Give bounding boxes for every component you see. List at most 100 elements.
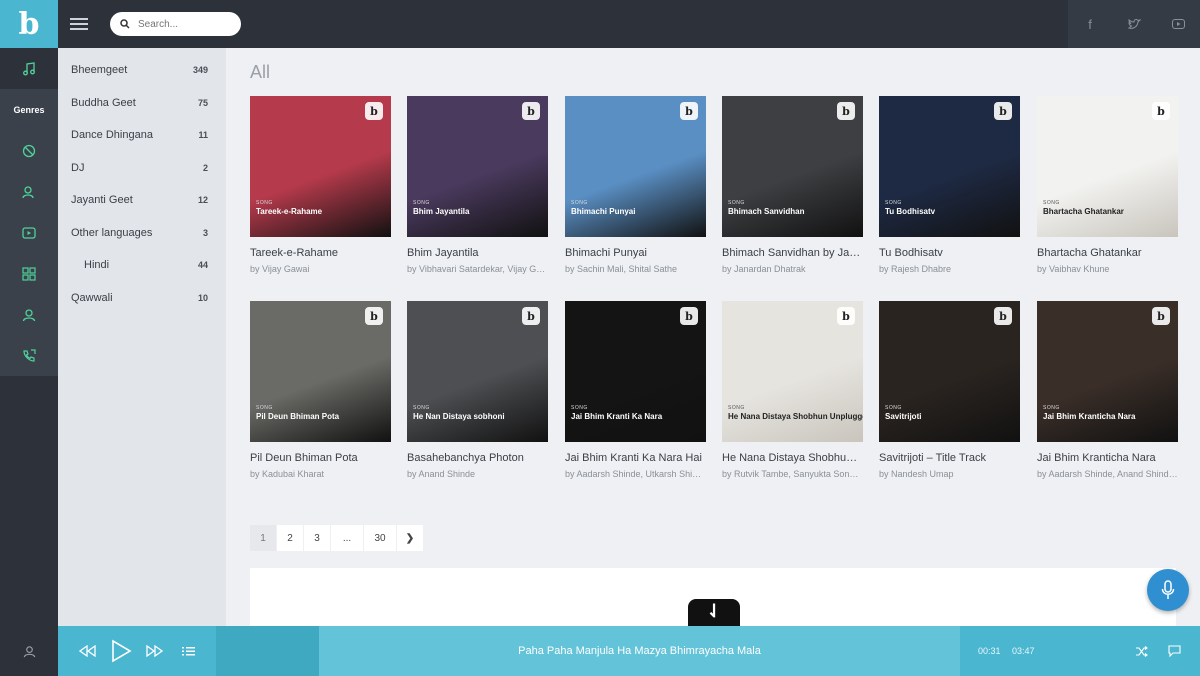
microphone-button[interactable] (1147, 569, 1189, 611)
page-2[interactable]: 2 (277, 525, 303, 551)
genre-name: Buddha Geet (71, 96, 136, 109)
rail-genres-tab[interactable]: Genres (0, 89, 58, 130)
label-logo-icon: b (1152, 102, 1170, 120)
music-note-icon[interactable] (0, 48, 58, 89)
playlist-button[interactable] (180, 626, 196, 676)
video-icon[interactable] (0, 212, 58, 253)
song-title[interactable]: Bhim Jayantila (407, 247, 548, 259)
song-card[interactable]: b SONG Tu Bodhisatv Tu Bodhisatv by Rajesh D… (879, 96, 1020, 274)
song-card[interactable]: b SONG Jai Bhim Kranticha Nara Jai Bhim Kra… (1037, 301, 1178, 479)
song-title[interactable]: Basahebanchya Photon (407, 452, 548, 464)
song-artist[interactable]: by Kadubai Kharat (250, 469, 391, 479)
song-artist[interactable]: by Anand Shinde (407, 469, 548, 479)
song-title[interactable]: Bhartacha Ghatankar (1037, 247, 1178, 259)
page-3[interactable]: 3 (304, 525, 330, 551)
twitter-icon[interactable] (1112, 0, 1156, 48)
logo-letter: b (18, 6, 40, 42)
song-title[interactable]: Savitrijoti – Title Track (879, 452, 1020, 464)
genre-item[interactable]: Buddha Geet 75 (58, 87, 226, 120)
progress-played[interactable] (216, 626, 319, 676)
song-artist[interactable]: by Nandesh Umap (879, 469, 1020, 479)
song-artist[interactable]: by Vaibhav Khune (1037, 264, 1178, 274)
cover-song-label: SONG (1043, 405, 1060, 411)
app-tile-icon[interactable]: ⇃ (688, 599, 740, 629)
song-card[interactable]: b SONG Bhimachi Punyai Bhimachi Punyai by Sa… (565, 96, 706, 274)
cover-song-title: Bhimachi Punyai (571, 207, 636, 216)
genre-item[interactable]: Bheemgeet 349 (58, 54, 226, 87)
song-card[interactable]: b SONG Savitrijoti Savitrijoti – Title Trac… (879, 301, 1020, 479)
profile-icon[interactable] (0, 626, 58, 676)
song-card[interactable]: b SONG Bhimach Sanvidhan Bhimach Sanvidhan … (722, 96, 863, 274)
song-card[interactable]: b SONG Bhartacha Ghatankar Bhartacha Ghatan… (1037, 96, 1178, 274)
search-input[interactable] (138, 18, 228, 30)
song-title[interactable]: Bhimach Sanvidhan by Janardan Dhatrak (722, 247, 863, 259)
album-cover[interactable]: b SONG Bhimachi Punyai (565, 96, 706, 237)
album-cover[interactable]: b SONG Pil Deun Bhiman Pota (250, 301, 391, 442)
song-card[interactable]: b SONG Jai Bhim Kranti Ka Nara Jai Bhim Kra… (565, 301, 706, 479)
song-artist[interactable]: by Vibhavari Satardekar, Vijay Gawai, Sa… (407, 264, 548, 274)
hamburger-menu-icon[interactable] (70, 15, 88, 33)
app-logo[interactable]: b (0, 0, 58, 48)
album-cover[interactable]: b SONG Bhartacha Ghatankar (1037, 96, 1178, 237)
song-artist[interactable]: by Janardan Dhatrak (722, 264, 863, 274)
user-icon[interactable] (0, 294, 58, 335)
next-page-button[interactable]: ❯ (397, 525, 423, 551)
song-card[interactable]: b SONG He Nan Distaya sobhoni Basahebanchya… (407, 301, 548, 479)
song-artist[interactable]: by Aadarsh Shinde, Anand Shinde, Utkarsh… (1037, 469, 1178, 479)
genre-item[interactable]: Other languages 3 (58, 217, 226, 250)
song-title[interactable]: Tareek-e-Rahame (250, 247, 391, 259)
genre-item[interactable]: Jayanti Geet 12 (58, 184, 226, 217)
song-artist[interactable]: by Vijay Gawai (250, 264, 391, 274)
play-button[interactable] (108, 626, 134, 676)
album-cover[interactable]: b SONG He Nana Distaya Shobhun Unplugged (722, 301, 863, 442)
cover-song-title: Bhartacha Ghatankar (1043, 207, 1124, 216)
genre-subitem[interactable]: Hindi 44 (58, 249, 226, 282)
rewind-button[interactable] (78, 626, 98, 676)
album-cover[interactable]: b SONG Tu Bodhisatv (879, 96, 1020, 237)
album-cover[interactable]: b SONG Savitrijoti (879, 301, 1020, 442)
forward-button[interactable] (144, 626, 164, 676)
song-title[interactable]: Tu Bodhisatv (879, 247, 1020, 259)
grid-icon[interactable] (0, 253, 58, 294)
song-title[interactable]: Bhimachi Punyai (565, 247, 706, 259)
genre-item[interactable]: Qawwali 10 (58, 282, 226, 315)
album-cover[interactable]: b SONG Jai Bhim Kranticha Nara (1037, 301, 1178, 442)
album-cover[interactable]: b SONG Bhimach Sanvidhan (722, 96, 863, 237)
rewind-icon (79, 645, 96, 657)
song-card[interactable]: b SONG Pil Deun Bhiman Pota Pil Deun Bhiman… (250, 301, 391, 479)
song-card[interactable]: b SONG Tareek-e-Rahame Tareek-e-Rahame by Vi… (250, 96, 391, 274)
album-cover[interactable]: b SONG Jai Bhim Kranti Ka Nara (565, 301, 706, 442)
label-logo-icon: b (837, 307, 855, 325)
song-card[interactable]: b SONG Bhim Jayantila Bhim Jayantila by Vibh… (407, 96, 548, 274)
now-playing-bar[interactable]: Paha Paha Manjula Ha Mazya Bhimrayacha M… (319, 626, 960, 676)
cover-song-title: Jai Bhim Kranticha Nara (1043, 412, 1136, 421)
page-30[interactable]: 30 (364, 525, 396, 551)
song-title[interactable]: Pil Deun Bhiman Pota (250, 452, 391, 464)
cover-song-label: SONG (413, 405, 430, 411)
album-cover[interactable]: b SONG Bhim Jayantila (407, 96, 548, 237)
artist-icon[interactable] (0, 171, 58, 212)
song-artist[interactable]: by Rajesh Dhabre (879, 264, 1020, 274)
cover-song-label: SONG (413, 200, 430, 206)
call-icon[interactable] (0, 335, 58, 376)
song-title[interactable]: He Nana Distaya Shobhun Unplugged (722, 452, 863, 464)
disc-icon[interactable] (0, 130, 58, 171)
song-artist[interactable]: by Aadarsh Shinde, Utkarsh Shinde (565, 469, 706, 479)
album-cover[interactable]: b SONG He Nan Distaya sobhoni (407, 301, 548, 442)
song-title[interactable]: Jai Bhim Kranti Ka Nara Hai (565, 452, 706, 464)
song-artist[interactable]: by Sachin Mali, Shital Sathe (565, 264, 706, 274)
lyrics-button[interactable] (1165, 626, 1183, 676)
page-1[interactable]: 1 (250, 525, 276, 551)
forward-icon (146, 645, 163, 657)
genre-item[interactable]: DJ 2 (58, 152, 226, 185)
facebook-icon[interactable]: f (1068, 0, 1112, 48)
now-playing-title: Paha Paha Manjula Ha Mazya Bhimrayacha M… (518, 645, 761, 657)
song-title[interactable]: Jai Bhim Kranticha Nara (1037, 452, 1178, 464)
youtube-icon[interactable] (1156, 0, 1200, 48)
album-cover[interactable]: b SONG Tareek-e-Rahame (250, 96, 391, 237)
song-artist[interactable]: by Rutvik Tambe, Sanyukta Sonawane (722, 469, 863, 479)
search-box[interactable] (110, 12, 241, 36)
song-card[interactable]: b SONG He Nana Distaya Shobhun Unplugged He… (722, 301, 863, 479)
shuffle-button[interactable] (1132, 626, 1150, 676)
genre-item[interactable]: Dance Dhingana 11 (58, 119, 226, 152)
